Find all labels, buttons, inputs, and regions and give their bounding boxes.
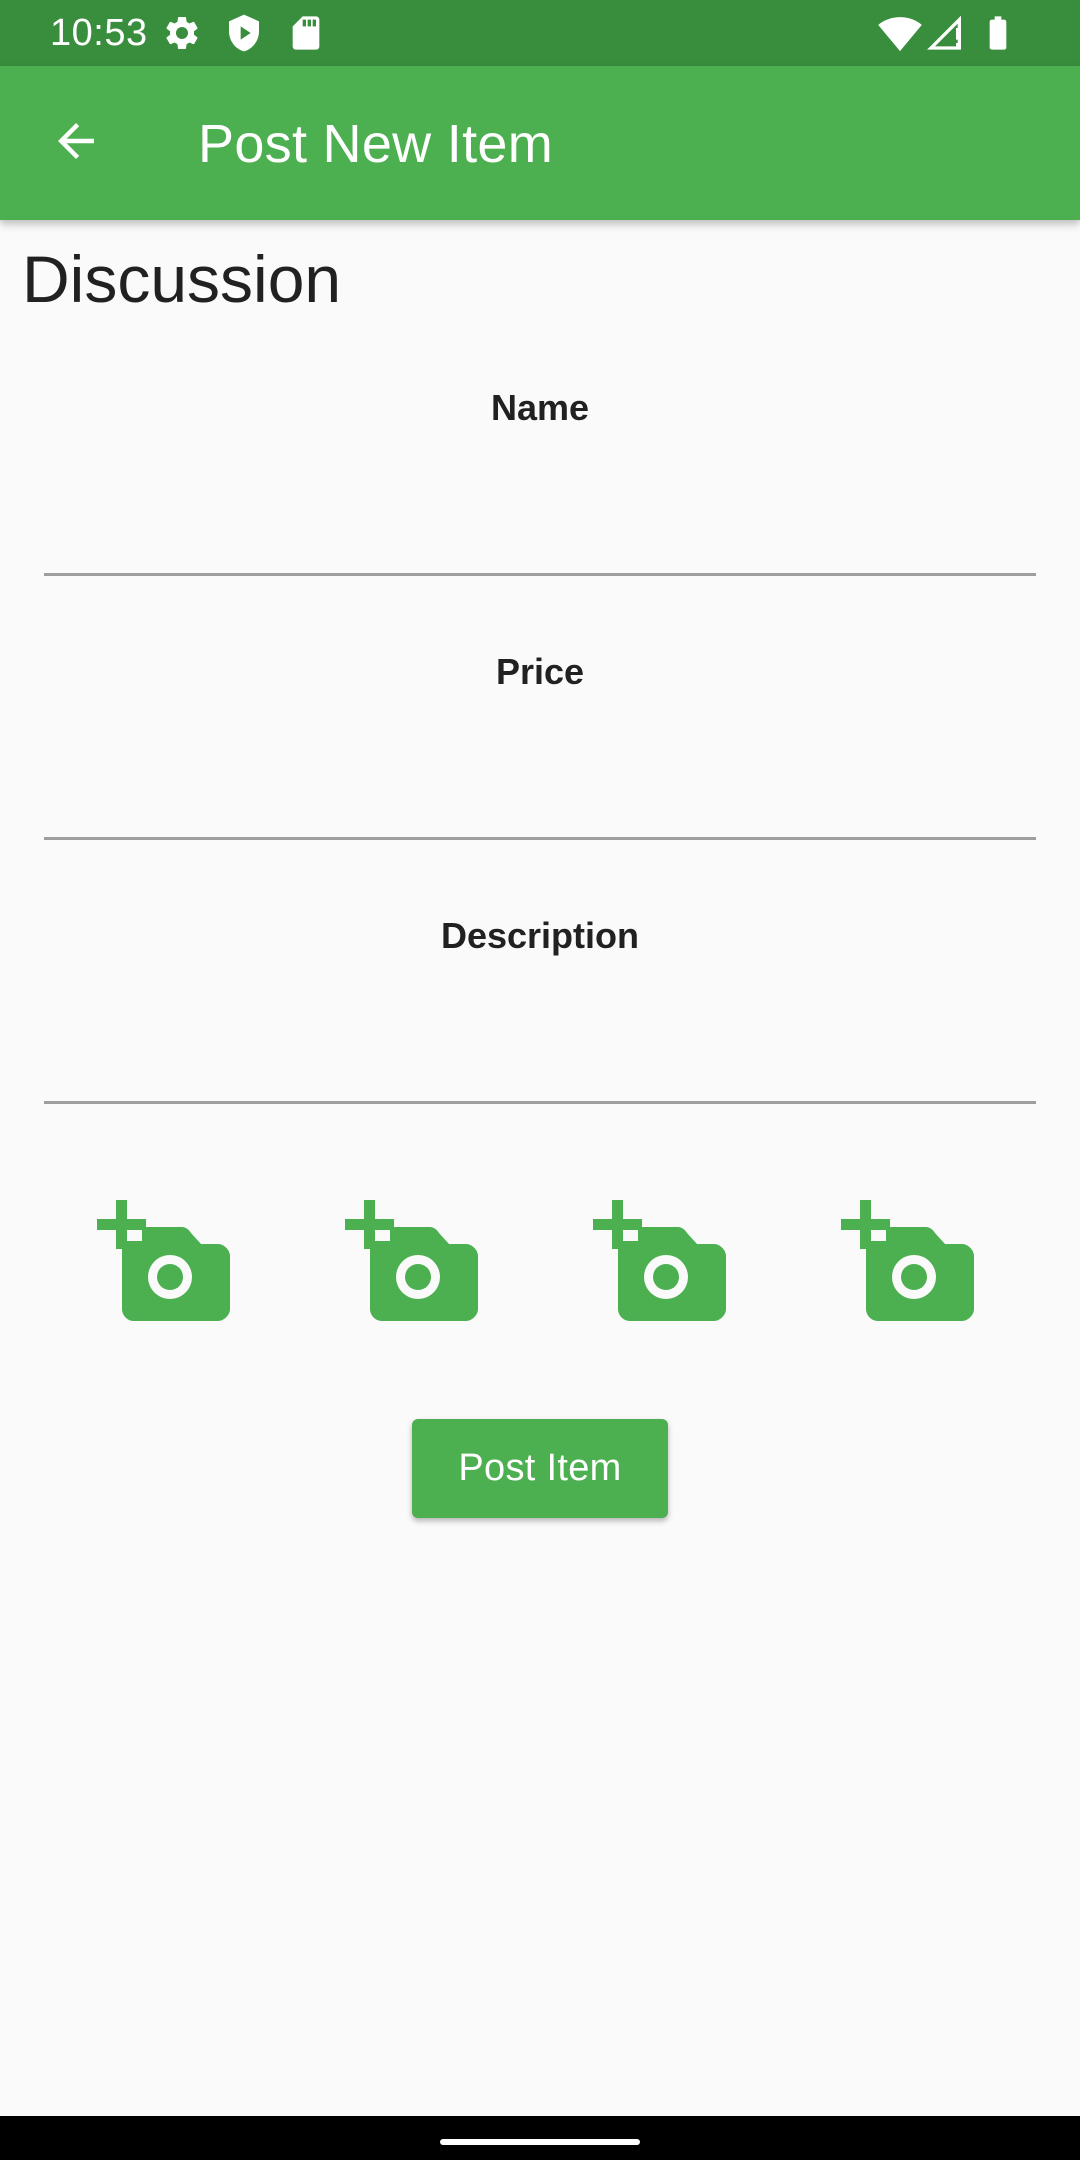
add-photo-button-4[interactable] <box>840 1200 980 1330</box>
add-photo-button-2[interactable] <box>344 1200 484 1330</box>
add-photo-icon <box>840 1200 980 1334</box>
name-field: Name <box>44 386 1036 588</box>
price-input[interactable] <box>44 710 1036 840</box>
status-time: 10:53 <box>50 12 148 54</box>
add-photo-button-1[interactable] <box>96 1200 236 1330</box>
add-photo-icon <box>592 1200 732 1334</box>
signal-icon <box>926 13 966 53</box>
status-bar: 10:53 <box>0 0 1080 66</box>
price-field: Price <box>44 650 1036 852</box>
post-item-button[interactable]: Post Item <box>412 1419 668 1518</box>
sd-card-icon <box>286 13 326 53</box>
arrow-back-icon <box>49 114 103 173</box>
shield-icon <box>224 13 264 53</box>
back-button[interactable] <box>36 103 116 183</box>
app-bar: Post New Item <box>0 66 1080 220</box>
page-title: Post New Item <box>198 114 554 174</box>
home-handle[interactable] <box>440 2139 640 2145</box>
section-title: Discussion <box>22 242 342 316</box>
settings-icon <box>162 13 202 53</box>
description-input[interactable] <box>44 974 1036 1104</box>
description-field: Description <box>44 914 1036 1116</box>
price-label: Price <box>495 651 585 692</box>
add-photo-button-3[interactable] <box>592 1200 732 1330</box>
add-photo-icon <box>96 1200 236 1334</box>
navigation-bar <box>0 2116 1080 2160</box>
add-photo-icon <box>344 1200 484 1334</box>
description-label: Description <box>440 915 640 956</box>
wifi-icon <box>878 13 922 53</box>
name-label: Name <box>490 387 590 428</box>
name-input[interactable] <box>44 446 1036 576</box>
battery-icon <box>978 13 1018 53</box>
